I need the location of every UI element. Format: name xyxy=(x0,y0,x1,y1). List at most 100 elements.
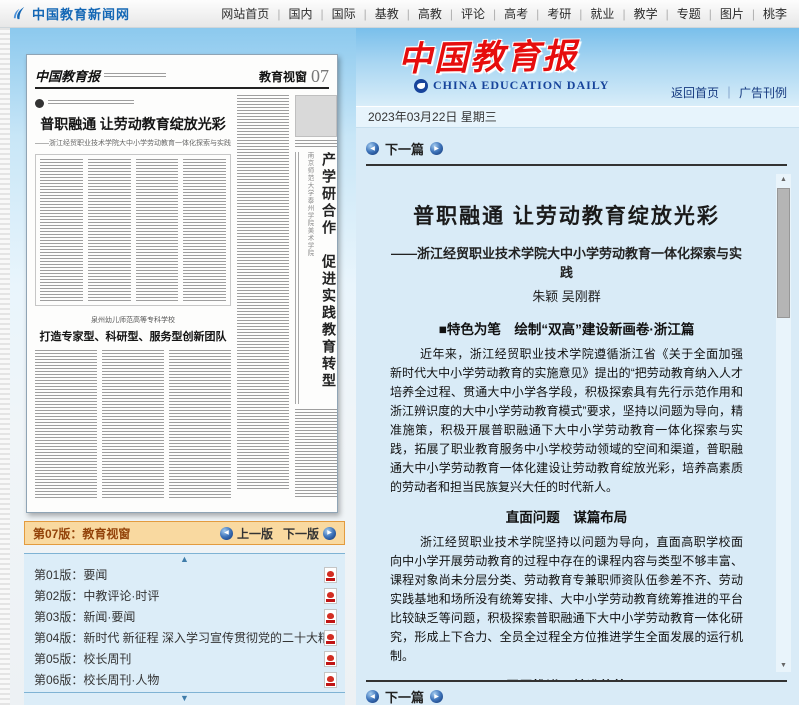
paper-masthead-title: 中国教育报 xyxy=(35,66,100,85)
site-logo-icon xyxy=(12,6,27,21)
ad-rates-link[interactable]: 广告刊例 xyxy=(719,84,787,101)
next-article-icon[interactable] xyxy=(430,690,443,703)
article-subtitle: ——浙江经贸职业技术学院大中小学劳动教育一体化探索与实践 xyxy=(390,243,743,281)
article-panel: 下一篇 普职融通 让劳动教育绽放光彩 ——浙江经贸职业技术学院大中小学劳动教育一… xyxy=(356,128,799,705)
paper-article3-kicker: 南京师范大学泰州学院美术学院 xyxy=(304,152,314,404)
text-column xyxy=(136,159,179,301)
next-article-link[interactable]: 下一篇 xyxy=(385,139,424,158)
newspaper-page-preview[interactable]: 中国教育报 教育视窗 07 普职融通 让劳动教育绽放光彩 ——浙江经贸职业技术学… xyxy=(26,54,338,513)
page-list-scroll-down-icon[interactable] xyxy=(24,693,345,703)
scrollbar-up-icon[interactable] xyxy=(776,174,791,186)
next-page-button[interactable]: 下一版 xyxy=(283,525,336,542)
divider-line xyxy=(366,164,787,166)
paper-masthead: 中国教育报 教育视窗 07 xyxy=(35,63,329,89)
page: 中国教育新闻网 网站首页 国内 国际 基教 高教 评论 高考 考研 就业 教学 … xyxy=(0,0,799,705)
paper-article1-title: 普职融通 让劳动教育绽放光彩 xyxy=(35,114,231,134)
header-links: 返回首页 广告刊例 xyxy=(671,84,787,101)
site-logo[interactable]: 中国教育新闻网 xyxy=(12,4,130,23)
page-link-label[interactable]: 第02版：中教评论·时评 xyxy=(34,587,159,604)
page-link-label[interactable]: 第05版：校长周刊 xyxy=(34,650,131,667)
text-column xyxy=(35,350,97,500)
vertical-text-column xyxy=(295,152,301,404)
china-education-daily-logo[interactable]: 中国教育报 xyxy=(398,28,579,80)
prev-article-icon[interactable] xyxy=(366,142,379,155)
nav-item-international[interactable]: 国际 xyxy=(312,5,355,22)
paper-article2-title: 打造专家型、科研型、服务型创新团队 xyxy=(35,328,231,344)
pdf-icon[interactable] xyxy=(324,672,337,688)
current-page-label: 第07版：教育视窗 xyxy=(33,525,130,542)
page-list-scroll-up-icon[interactable] xyxy=(24,554,345,564)
back-home-link[interactable]: 返回首页 xyxy=(671,84,719,101)
globe-icon xyxy=(414,79,428,93)
scrollbar-down-icon[interactable] xyxy=(776,660,791,672)
next-article-link[interactable]: 下一篇 xyxy=(385,687,424,705)
paper-header: 中国教育报 CHINA EDUCATION DAILY 返回首页 广告刊例 xyxy=(356,28,799,106)
article-nav-bottom: 下一篇 xyxy=(366,687,443,705)
pdf-icon[interactable] xyxy=(324,630,337,646)
list-item-page04[interactable]: 第04版：新时代 新征程 深入学习宣传贯彻党的二十大精神专刊 xyxy=(24,627,345,648)
article-series-label: ■特色为笔 绘制“双高”建设新画卷·浙江篇 xyxy=(390,318,743,338)
nav-item-gaokao[interactable]: 高考 xyxy=(485,5,528,22)
site-logo-text: 中国教育新闻网 xyxy=(32,4,130,23)
current-page-bar: 第07版：教育视窗 上一版 下一版 xyxy=(24,521,345,545)
nav-item-jobs[interactable]: 就业 xyxy=(571,5,614,22)
page-link-label[interactable]: 第01版：要闻 xyxy=(34,566,107,583)
list-item-page03[interactable]: 第03版：新闻·要闻 xyxy=(24,606,345,627)
prev-article-icon[interactable] xyxy=(366,690,379,703)
list-item-page02[interactable]: 第02版：中教评论·时评 xyxy=(24,585,345,606)
paper-article3-vertical-title: 产学研合作 促进实践教育转型 xyxy=(317,152,337,404)
paper-middle-column xyxy=(237,95,289,491)
nav-item-domestic[interactable]: 国内 xyxy=(269,5,312,22)
page-link-label[interactable]: 第04版：新时代 新征程 深入学习宣传贯彻党的二十大精神专刊 xyxy=(34,629,324,646)
next-article-icon[interactable] xyxy=(430,142,443,155)
pdf-icon[interactable] xyxy=(324,567,337,583)
page-link-label[interactable]: 第03版：新闻·要闻 xyxy=(34,608,135,625)
paper-main-zone: 普职融通 让劳动教育绽放光彩 ——浙江经贸职业技术学院大中小学劳动教育一体化探索… xyxy=(35,95,231,491)
article-scroll-area: 普职融通 让劳动教育绽放光彩 ——浙江经贸职业技术学院大中小学劳动教育一体化探索… xyxy=(356,168,799,680)
prev-page-icon[interactable] xyxy=(220,527,233,540)
list-item-page06[interactable]: 第06版：校长周刊·人物 xyxy=(24,669,345,690)
text-column xyxy=(295,409,337,497)
nav-item-higher-edu[interactable]: 高教 xyxy=(399,5,442,22)
nav-item-taoli[interactable]: 桃李 xyxy=(744,5,787,22)
nav-item-teaching[interactable]: 教学 xyxy=(614,5,657,22)
article2-text-columns xyxy=(35,350,231,500)
page-link-label[interactable]: 第06版：校长周刊·人物 xyxy=(34,671,159,688)
nav-item-basic-edu[interactable]: 基教 xyxy=(356,5,399,22)
list-item-page05[interactable]: 第05版：校长周刊 xyxy=(24,648,345,669)
article-nav-top: 下一篇 xyxy=(366,139,443,158)
article-section-heading: 直面问题 谋篇布局 xyxy=(390,506,743,526)
nav-item-comment[interactable]: 评论 xyxy=(442,5,485,22)
article1-text-columns xyxy=(35,154,231,306)
right-column: 中国教育报 CHINA EDUCATION DAILY 返回首页 广告刊例 20… xyxy=(356,28,799,705)
paper-masthead-info xyxy=(104,73,166,79)
next-page-icon[interactable] xyxy=(323,527,336,540)
paper-body: 普职融通 让劳动教育绽放光彩 ——浙江经贸职业技术学院大中小学劳动教育一体化探索… xyxy=(35,95,329,491)
list-item-page01[interactable]: 第01版：要闻 xyxy=(24,564,345,585)
text-column xyxy=(169,350,231,500)
article-authors: 朱颖 吴刚群 xyxy=(390,286,743,305)
nav-item-kaoyan[interactable]: 考研 xyxy=(528,5,571,22)
prev-page-button[interactable]: 上一版 xyxy=(220,525,273,542)
paper-page-number: 07 xyxy=(311,67,329,85)
pdf-icon[interactable] xyxy=(324,609,337,625)
text-column xyxy=(183,159,226,301)
article1-kicker-graphic xyxy=(35,97,231,109)
logo-english-text: CHINA EDUCATION DAILY xyxy=(433,78,609,93)
left-column: 中国教育报 教育视窗 07 普职融通 让劳动教育绽放光彩 ——浙江经贸职业技术学… xyxy=(10,28,356,705)
nav-item-home[interactable]: 网站首页 xyxy=(221,5,269,22)
prev-page-label: 上一版 xyxy=(237,525,273,542)
scrollbar-thumb[interactable] xyxy=(777,188,790,318)
pdf-icon[interactable] xyxy=(324,588,337,604)
text-column xyxy=(40,159,83,301)
text-column xyxy=(237,95,289,491)
nav-item-pictures[interactable]: 图片 xyxy=(701,5,744,22)
article3-vertical-block: 南京师范大学泰州学院美术学院 产学研合作 促进实践教育转型 xyxy=(295,152,337,404)
paper-photo-placeholder xyxy=(295,95,337,137)
pdf-icon[interactable] xyxy=(324,651,337,667)
article-scrollbar[interactable] xyxy=(776,174,791,672)
article-content: 普职融通 让劳动教育绽放光彩 ——浙江经贸职业技术学院大中小学劳动教育一体化探索… xyxy=(390,200,743,680)
nav-item-special[interactable]: 专题 xyxy=(658,5,701,22)
paper-article1-subtitle: ——浙江经贸职业技术学院大中小学劳动教育一体化探索与实践 xyxy=(35,138,231,148)
article-paragraph: 近年来，浙江经贸职业技术学院遵循浙江省《关于全面加强新时代大中小学劳动教育的实施… xyxy=(390,345,743,497)
